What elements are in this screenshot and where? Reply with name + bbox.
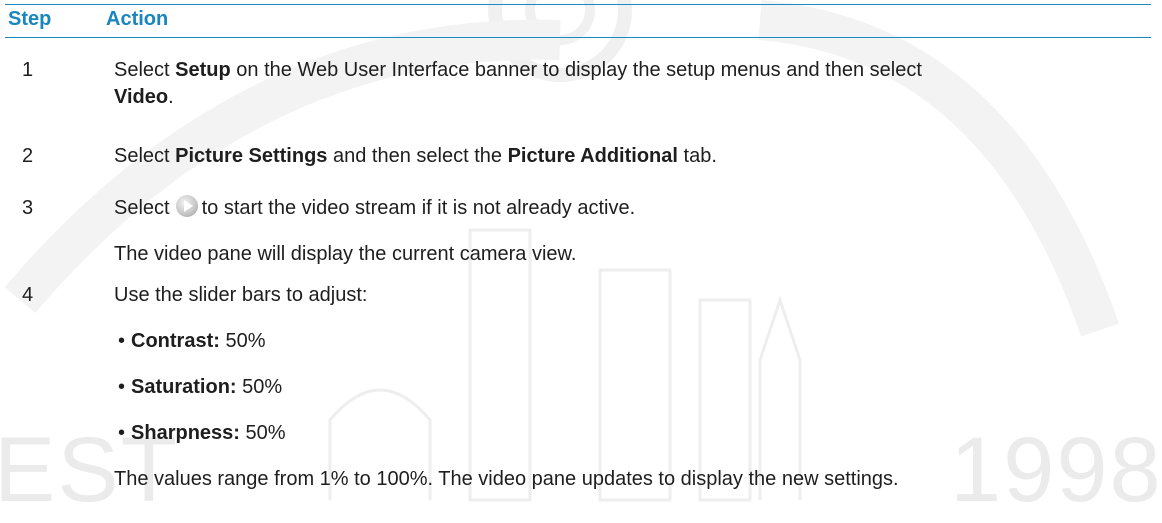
step-column-header: Step: [8, 8, 52, 30]
play-icon: [175, 195, 198, 217]
ui-term: Picture Additional: [507, 145, 678, 167]
bullet: •: [118, 330, 126, 352]
action-text: Select to start the video stream if it is…: [114, 195, 636, 219]
step-number: 1: [22, 59, 34, 81]
action-text: Select Setup on the Web User Interface b…: [114, 59, 922, 81]
action-text: Use the slider bars to adjust:: [114, 284, 368, 306]
list-item: • Sharpness: 50%: [118, 420, 286, 447]
bullet: •: [118, 422, 126, 444]
action-column-header: Action: [106, 8, 169, 30]
ui-term: Video: [114, 86, 169, 108]
setting-value: 50%: [236, 376, 283, 398]
step-number: 2: [22, 145, 34, 167]
step-number: 3: [22, 197, 34, 219]
setting-label: Contrast:: [131, 330, 220, 352]
table-top-rule: [5, 4, 1151, 5]
step-number: 4: [22, 284, 34, 306]
action-text: Select Picture Settings and then select …: [114, 145, 717, 167]
setting-value: 50%: [219, 330, 266, 352]
list-item: • Saturation: 50%: [118, 374, 282, 401]
header-bottom-rule: [5, 37, 1151, 38]
action-footer: The values range from 1% to 100%. The vi…: [114, 468, 899, 490]
bullet: •: [118, 376, 126, 398]
setting-label: Sharpness:: [131, 422, 240, 444]
list-item: • Contrast: 50%: [118, 328, 266, 355]
ui-term: Picture Settings: [175, 145, 328, 167]
procedure-table: Step Action 1 Select Setup on the Web Us…: [0, 0, 1162, 505]
action-note: The video pane will display the current …: [114, 243, 577, 265]
ui-term: Setup: [175, 59, 231, 81]
setting-label: Saturation:: [131, 376, 237, 398]
setting-value: 50%: [239, 422, 286, 444]
action-text: Video.: [114, 86, 174, 108]
